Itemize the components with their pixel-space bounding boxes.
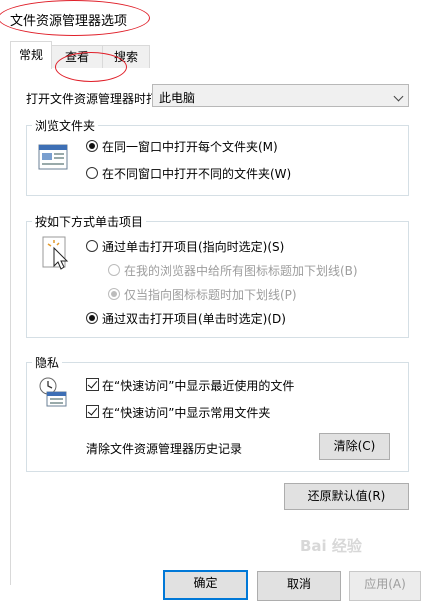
open-explorer-selected: 此电脑 <box>159 91 196 105</box>
underline-all-radio <box>108 264 120 276</box>
underline-all-label: 在我的浏览器中给所有图标标题加下划线(B) <box>124 264 358 278</box>
show-recent-files-label[interactable]: 在“快速访问”中显示最近使用的文件 <box>102 377 294 394</box>
underline-hover-label: 仅当指向图标标题时加下划线(P) <box>124 288 297 302</box>
same-window-label[interactable]: 在同一窗口中打开每个文件夹(M) <box>102 138 278 155</box>
show-frequent-folders-label[interactable]: 在“快速访问”中显示常用文件夹 <box>102 404 270 421</box>
new-window-label[interactable]: 在不同窗口中打开不同的文件夹(W) <box>102 165 291 182</box>
click-items-title: 按如下方式单击项目 <box>32 213 147 230</box>
browse-folders-title: 浏览文件夹 <box>32 117 99 134</box>
show-frequent-folders-checkbox[interactable] <box>86 405 99 418</box>
pointer-click-icon <box>42 236 69 270</box>
clear-history-button[interactable]: 清除(C) <box>319 433 390 460</box>
double-click-label[interactable]: 通过双击打开项目(单击时选定)(D) <box>102 310 286 327</box>
baidu-watermark: Bai 经验 <box>300 537 362 555</box>
same-window-radio[interactable] <box>86 140 98 152</box>
tab-general[interactable]: 常规 <box>10 41 52 69</box>
single-click-label[interactable]: 通过单击打开项目(指向时选定)(S) <box>102 238 284 255</box>
privacy-title: 隐私 <box>32 354 63 371</box>
single-click-radio[interactable] <box>86 240 98 252</box>
browse-folders-group <box>26 125 409 196</box>
clear-history-label: 清除文件资源管理器历史记录 <box>86 442 243 456</box>
apply-button: 应用(A) <box>349 571 421 601</box>
chevron-down-icon <box>393 91 404 102</box>
new-window-radio[interactable] <box>86 167 98 179</box>
quick-access-clock-icon <box>39 377 67 407</box>
show-recent-files-checkbox[interactable] <box>86 378 99 391</box>
cancel-button[interactable]: 取消 <box>257 571 341 601</box>
open-explorer-label: 打开文件资源管理器时打 <box>26 92 159 106</box>
restore-defaults-button[interactable]: 还原默认值(R) <box>284 483 409 510</box>
view-tab-annotation-ellipse <box>55 52 127 82</box>
folder-window-icon <box>38 144 68 170</box>
double-click-radio[interactable] <box>86 312 98 324</box>
title-annotation-ellipse <box>0 0 150 36</box>
ok-button[interactable]: 确定 <box>163 570 248 600</box>
underline-hover-radio <box>108 288 120 300</box>
open-explorer-select[interactable]: 此电脑 <box>152 84 409 107</box>
